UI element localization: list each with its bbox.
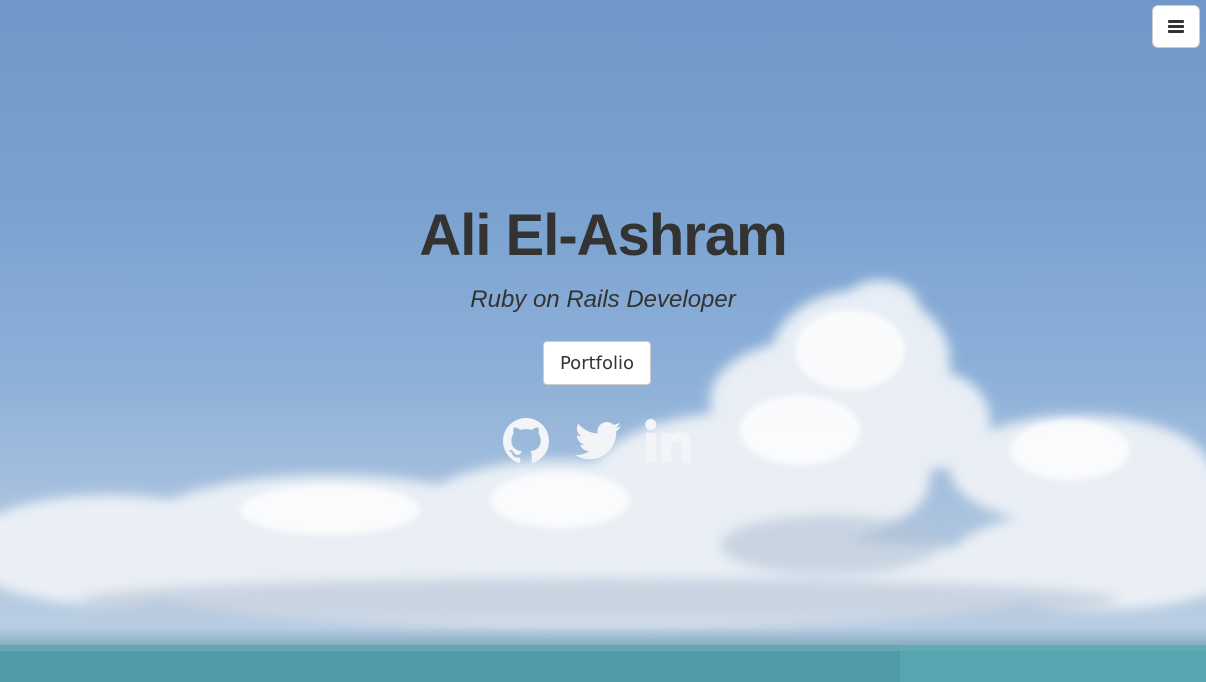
hamburger-menu-icon [1168, 18, 1184, 35]
menu-toggle-button[interactable] [1152, 5, 1200, 48]
github-icon [503, 418, 549, 463]
linkedin-link[interactable] [644, 416, 694, 466]
tagline: Ruby on Rails Developer [470, 286, 736, 313]
portfolio-button[interactable]: Portfolio [543, 341, 651, 385]
twitter-icon [575, 421, 621, 460]
github-link[interactable] [502, 416, 550, 466]
hero-section: Ali El-Ashram Ruby on Rails Developer Po… [0, 0, 1206, 682]
page-title: Ali El-Ashram [419, 203, 787, 268]
linkedin-icon [645, 419, 692, 463]
twitter-link[interactable] [573, 416, 623, 466]
